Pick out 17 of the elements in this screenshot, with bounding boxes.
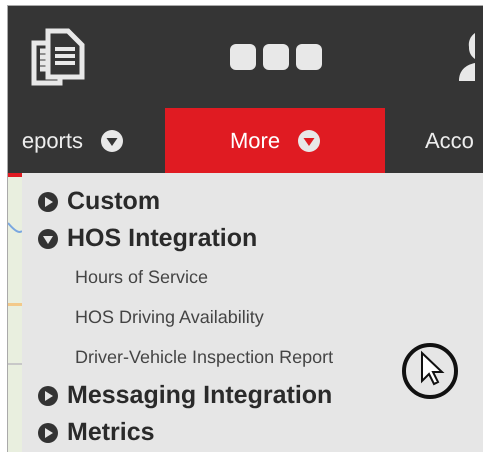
nav-tab[interactable]: eports (8, 108, 165, 173)
nav-tab[interactable]: Acco (385, 108, 483, 173)
expander-icon (38, 192, 58, 212)
menu-group[interactable]: Messaging Integration (38, 377, 332, 414)
menu-item[interactable]: HOS Driving Availability (38, 297, 264, 337)
person-icon[interactable] (457, 33, 475, 81)
menu-group[interactable]: Metrics (38, 414, 155, 451)
menu-item[interactable]: Hours of Service (38, 257, 208, 297)
menu-item[interactable]: Driver-Vehicle Inspection Report (38, 337, 334, 377)
expander-icon (38, 422, 58, 442)
menu-group[interactable]: HOS Integration (38, 220, 258, 257)
expander-icon (38, 228, 58, 248)
nav-tab[interactable]: More (165, 108, 385, 173)
menu-group[interactable]: Custom (38, 183, 160, 220)
cursor-icon (400, 343, 460, 399)
expander-icon (38, 386, 58, 406)
more-icon[interactable] (230, 44, 322, 70)
